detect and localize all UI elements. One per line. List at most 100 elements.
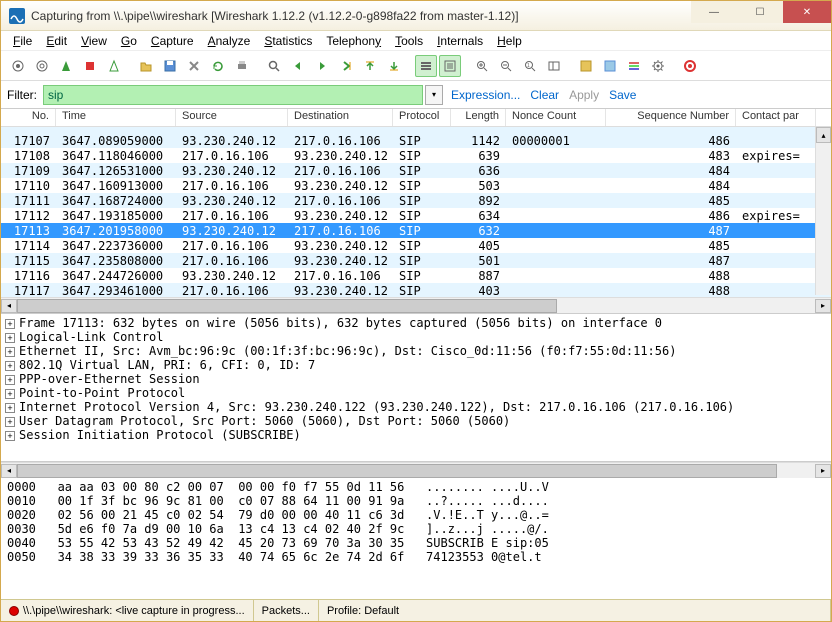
tree-node[interactable]: +Ethernet II, Src: Avm_bc:96:9c (00:1f:3… (5, 344, 827, 358)
tree-node[interactable]: +Logical-Link Control (5, 330, 827, 344)
packet-details[interactable]: +Frame 17113: 632 bytes on wire (5056 bi… (1, 314, 831, 462)
tree-node[interactable]: +Frame 17113: 632 bytes on wire (5056 bi… (5, 316, 827, 330)
expand-icon[interactable]: + (5, 319, 15, 329)
menu-go[interactable]: Go (115, 32, 143, 50)
menu-help[interactable]: Help (491, 32, 528, 50)
table-row[interactable]: 171073647.08905900093.230.240.12217.0.16… (1, 133, 831, 148)
filter-dropdown[interactable]: ▾ (425, 85, 443, 105)
tree-node[interactable]: +Point-to-Point Protocol (5, 386, 827, 400)
resize-cols-icon[interactable] (543, 55, 565, 77)
autoscroll-icon[interactable] (439, 55, 461, 77)
interfaces-icon[interactable] (7, 55, 29, 77)
tree-node[interactable]: +User Datagram Protocol, Src Port: 5060 … (5, 414, 827, 428)
minimize-button[interactable]: — (691, 1, 737, 23)
col-destination[interactable]: Destination (288, 109, 393, 126)
table-row[interactable]: 171143647.223736000217.0.16.10693.230.24… (1, 238, 831, 253)
reload-icon[interactable] (207, 55, 229, 77)
table-row[interactable]: 171093647.12653100093.230.240.12217.0.16… (1, 163, 831, 178)
options-icon[interactable] (31, 55, 53, 77)
find-icon[interactable] (263, 55, 285, 77)
close-button[interactable]: ✕ (783, 1, 831, 23)
tree-node[interactable]: +802.1Q Virtual LAN, PRI: 6, CFI: 0, ID:… (5, 358, 827, 372)
filter-expression[interactable]: Expression... (449, 88, 522, 102)
expand-icon[interactable]: + (5, 347, 15, 357)
open-icon[interactable] (135, 55, 157, 77)
packet-list-body[interactable]: 171073647.08905900093.230.240.12217.0.16… (1, 127, 831, 297)
scroll-right-icon[interactable]: ▸ (815, 299, 831, 313)
tree-node[interactable]: +PPP-over-Ethernet Session (5, 372, 827, 386)
expand-icon[interactable]: + (5, 333, 15, 343)
table-row[interactable]: 171133647.20195800093.230.240.12217.0.16… (1, 223, 831, 238)
scroll-left-icon[interactable]: ◂ (1, 464, 17, 478)
capture-filter-icon[interactable] (575, 55, 597, 77)
back-icon[interactable] (287, 55, 309, 77)
display-filter-icon[interactable] (599, 55, 621, 77)
expand-icon[interactable]: + (5, 361, 15, 371)
menu-file[interactable]: File (7, 32, 38, 50)
col-source[interactable]: Source (176, 109, 288, 126)
table-row[interactable]: 171113647.16872400093.230.240.12217.0.16… (1, 193, 831, 208)
maximize-button[interactable]: ☐ (737, 1, 783, 23)
packet-bytes[interactable]: 0000 aa aa 03 00 80 c2 00 07 00 00 f0 f7… (1, 478, 831, 599)
table-row[interactable]: 171103647.160913000217.0.16.10693.230.24… (1, 178, 831, 193)
expand-icon[interactable]: + (5, 389, 15, 399)
gofirst-icon[interactable] (359, 55, 381, 77)
zoom-in-icon[interactable] (471, 55, 493, 77)
scroll-left-icon[interactable]: ◂ (1, 299, 17, 313)
menu-analyze[interactable]: Analyze (202, 32, 257, 50)
zoom-100-icon[interactable]: 1 (519, 55, 541, 77)
table-row[interactable]: 171083647.118046000217.0.16.10693.230.24… (1, 148, 831, 163)
coloring-rules-icon[interactable] (623, 55, 645, 77)
goto-icon[interactable] (335, 55, 357, 77)
col-contact[interactable]: Contact par (736, 109, 816, 126)
close-file-icon[interactable] (183, 55, 205, 77)
colorize-icon[interactable] (415, 55, 437, 77)
zoom-out-icon[interactable] (495, 55, 517, 77)
expand-icon[interactable]: + (5, 417, 15, 427)
filter-save[interactable]: Save (607, 88, 638, 102)
golast-icon[interactable] (383, 55, 405, 77)
help-icon[interactable] (679, 55, 701, 77)
menu-view[interactable]: View (75, 32, 113, 50)
expand-icon[interactable]: + (5, 431, 15, 441)
save-icon[interactable] (159, 55, 181, 77)
expand-icon[interactable]: + (5, 403, 15, 413)
filter-input[interactable] (43, 85, 423, 105)
col-sequence[interactable]: Sequence Number (606, 109, 736, 126)
restart-icon[interactable] (103, 55, 125, 77)
col-protocol[interactable]: Protocol (393, 109, 451, 126)
forward-icon[interactable] (311, 55, 333, 77)
col-nonce[interactable]: Nonce Count (506, 109, 606, 126)
print-icon[interactable] (231, 55, 253, 77)
status-packets[interactable]: Packets... (254, 600, 319, 621)
table-row[interactable]: 171173647.293461000217.0.16.10693.230.24… (1, 283, 831, 297)
scroll-up-icon[interactable]: ▴ (816, 127, 831, 143)
packet-list-vscroll[interactable]: ▴ (815, 127, 831, 295)
menu-tools[interactable]: Tools (389, 32, 429, 50)
menu-telephony[interactable]: Telephony (320, 32, 387, 50)
menu-internals[interactable]: Internals (431, 32, 489, 50)
expand-icon[interactable]: + (5, 375, 15, 385)
tree-node[interactable]: +Session Initiation Protocol (SUBSCRIBE) (5, 428, 827, 442)
filter-apply[interactable]: Apply (567, 88, 601, 102)
tree-node[interactable]: +Internet Protocol Version 4, Src: 93.23… (5, 400, 827, 414)
col-no[interactable]: No. (1, 109, 56, 126)
scroll-thumb[interactable] (17, 464, 777, 478)
col-time[interactable]: Time (56, 109, 176, 126)
menu-statistics[interactable]: Statistics (258, 32, 318, 50)
start-icon[interactable] (55, 55, 77, 77)
filter-clear[interactable]: Clear (528, 88, 561, 102)
prefs-icon[interactable] (647, 55, 669, 77)
col-length[interactable]: Length (451, 109, 506, 126)
stop-icon[interactable] (79, 55, 101, 77)
table-row[interactable]: 171123647.193185000217.0.16.10693.230.24… (1, 208, 831, 223)
packet-list-hscroll[interactable]: ◂ ▸ (1, 297, 831, 313)
menu-edit[interactable]: Edit (40, 32, 73, 50)
status-profile[interactable]: Profile: Default (319, 600, 831, 621)
scroll-thumb[interactable] (17, 299, 557, 313)
details-hscroll[interactable]: ◂ ▸ (1, 462, 831, 478)
table-row[interactable]: 171163647.24472600093.230.240.12217.0.16… (1, 268, 831, 283)
menu-capture[interactable]: Capture (145, 32, 200, 50)
table-row[interactable]: 171153647.235808000217.0.16.10693.230.24… (1, 253, 831, 268)
scroll-right-icon[interactable]: ▸ (815, 464, 831, 478)
